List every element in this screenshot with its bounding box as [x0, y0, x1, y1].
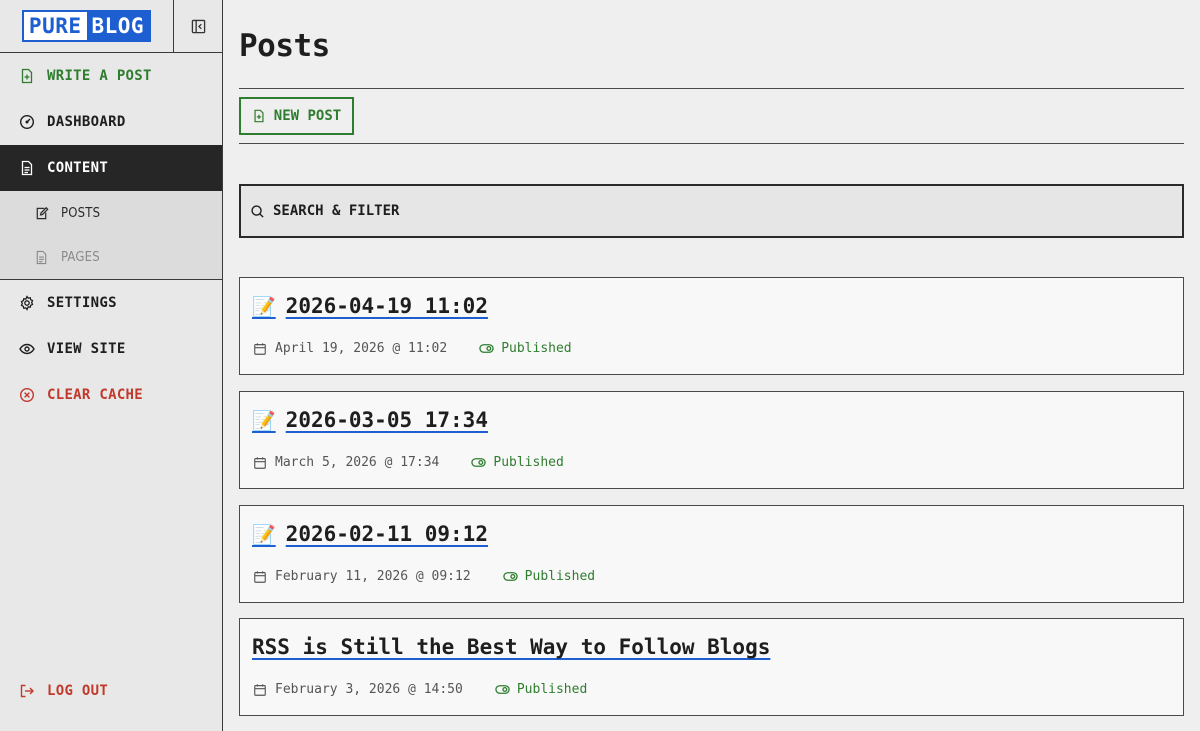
search-filter-toggle[interactable]: SEARCH & FILTER — [239, 184, 1184, 238]
sidebar-item-label: CLEAR CACHE — [47, 387, 144, 403]
post-date: March 5, 2026 @ 17:34 — [275, 455, 440, 470]
status-badge: Published — [495, 682, 587, 697]
toggle-on-icon — [495, 685, 510, 694]
logout-icon — [20, 684, 34, 698]
search-icon — [251, 204, 264, 218]
post-card: RSS is Still the Best Way to Follow Blog… — [239, 618, 1184, 716]
new-post-label: NEW POST — [273, 108, 342, 124]
post-meta: April 19, 2026 @ 11:02 Published — [253, 341, 572, 356]
post-meta: February 3, 2026 @ 14:50 Published — [253, 682, 587, 697]
memo-icon: 📝 — [252, 524, 276, 546]
post-meta: February 11, 2026 @ 09:12 Published — [253, 569, 595, 584]
post-date: February 3, 2026 @ 14:50 — [275, 682, 463, 697]
calendar-icon — [254, 570, 266, 583]
post-title-text: 2026-04-19 11:02 — [285, 294, 488, 318]
sidebar: PURE BLOG WRITE A POST DASHBOARD CONTENT… — [0, 0, 223, 731]
memo-icon: 📝 — [252, 410, 276, 432]
post-date: February 11, 2026 @ 09:12 — [275, 569, 471, 584]
post-card: 📝 2026-04-19 11:02 April 19, 2026 @ 11:02… — [239, 277, 1184, 375]
brand-cell: PURE BLOG — [0, 0, 174, 52]
sidebar-item-label: VIEW SITE — [47, 341, 126, 357]
post-title-text: 2026-03-05 17:34 — [285, 408, 488, 432]
content-subnav: POSTS PAGES — [0, 191, 222, 280]
status-badge: Published — [471, 455, 564, 470]
eye-icon — [19, 343, 35, 355]
toggle-on-icon — [471, 458, 487, 467]
calendar-icon — [254, 683, 266, 696]
post-date: April 19, 2026 @ 11:02 — [275, 341, 448, 356]
logo-part-blog: BLOG — [86, 12, 150, 40]
logout-button[interactable]: LOG OUT — [0, 668, 222, 714]
sidebar-item-settings[interactable]: SETTINGS — [0, 280, 222, 326]
sidebar-item-label: CONTENT — [47, 160, 109, 176]
post-title-link[interactable]: RSS is Still the Best Way to Follow Blog… — [252, 635, 770, 659]
file-plus-icon — [254, 109, 264, 123]
post-card: 📝 2026-03-05 17:34 March 5, 2026 @ 17:34 … — [239, 391, 1184, 489]
new-post-button[interactable]: NEW POST — [239, 97, 354, 135]
toggle-on-icon — [502, 572, 518, 581]
post-meta: March 5, 2026 @ 17:34 Published — [253, 455, 564, 470]
sidebar-item-clear-cache[interactable]: CLEAR CACHE — [0, 372, 222, 418]
post-title-link[interactable]: 📝 2026-02-11 09:12 — [252, 522, 488, 546]
status-text: Published — [524, 569, 596, 584]
sidebar-item-label: DASHBOARD — [47, 114, 126, 130]
post-title-text: RSS is Still the Best Way to Follow Blog… — [252, 635, 771, 659]
status-badge: Published — [479, 341, 572, 356]
post-title-link[interactable]: 📝 2026-03-05 17:34 — [252, 408, 488, 432]
status-badge: Published — [502, 569, 596, 584]
post-title-text: 2026-02-11 09:12 — [285, 522, 488, 546]
sidebar-item-write-a-post[interactable]: WRITE A POST — [0, 53, 222, 99]
gear-icon — [20, 295, 34, 311]
header-divider — [239, 88, 1184, 89]
circle-x-icon — [19, 387, 35, 403]
sidebar-collapse-icon — [191, 19, 205, 33]
sidebar-subitem-label: POSTS — [61, 205, 101, 221]
document-icon — [21, 160, 33, 176]
memo-icon: 📝 — [252, 296, 276, 318]
sidebar-item-label: SETTINGS — [47, 295, 117, 311]
status-text: Published — [493, 455, 564, 470]
post-card: 📝 2026-02-11 09:12 February 11, 2026 @ 09… — [239, 505, 1184, 603]
status-text: Published — [516, 682, 588, 697]
sidebar-item-dashboard[interactable]: DASHBOARD — [0, 99, 222, 145]
calendar-icon — [254, 342, 266, 355]
gauge-icon — [19, 114, 35, 130]
site-logo[interactable]: PURE BLOG — [21, 10, 152, 42]
status-text: Published — [501, 341, 572, 356]
sidebar-subitem-posts[interactable]: POSTS — [0, 191, 222, 235]
brand-row: PURE BLOG — [0, 0, 222, 53]
collapse-sidebar-button[interactable] — [174, 0, 222, 52]
search-filter-label: SEARCH & FILTER — [273, 203, 400, 219]
toolbar-divider — [239, 143, 1184, 144]
edit-note-icon — [36, 206, 49, 219]
logout-label: LOG OUT — [47, 683, 109, 699]
sidebar-item-content[interactable]: CONTENT — [0, 145, 222, 191]
logo-part-pure: PURE — [23, 12, 87, 40]
toggle-on-icon — [479, 344, 494, 353]
sidebar-subitem-label: PAGES — [61, 249, 100, 265]
page-title: Posts — [239, 28, 330, 64]
sidebar-subitem-pages[interactable]: PAGES — [0, 235, 222, 279]
post-title-link[interactable]: 📝 2026-04-19 11:02 — [252, 294, 488, 318]
file-plus-icon — [21, 68, 33, 84]
sidebar-item-label: WRITE A POST — [47, 68, 152, 84]
sidebar-nav: WRITE A POST DASHBOARD CONTENT POSTS PAG… — [0, 53, 222, 418]
page-icon — [36, 250, 47, 264]
calendar-icon — [254, 456, 266, 469]
sidebar-item-view-site[interactable]: VIEW SITE — [0, 326, 222, 372]
